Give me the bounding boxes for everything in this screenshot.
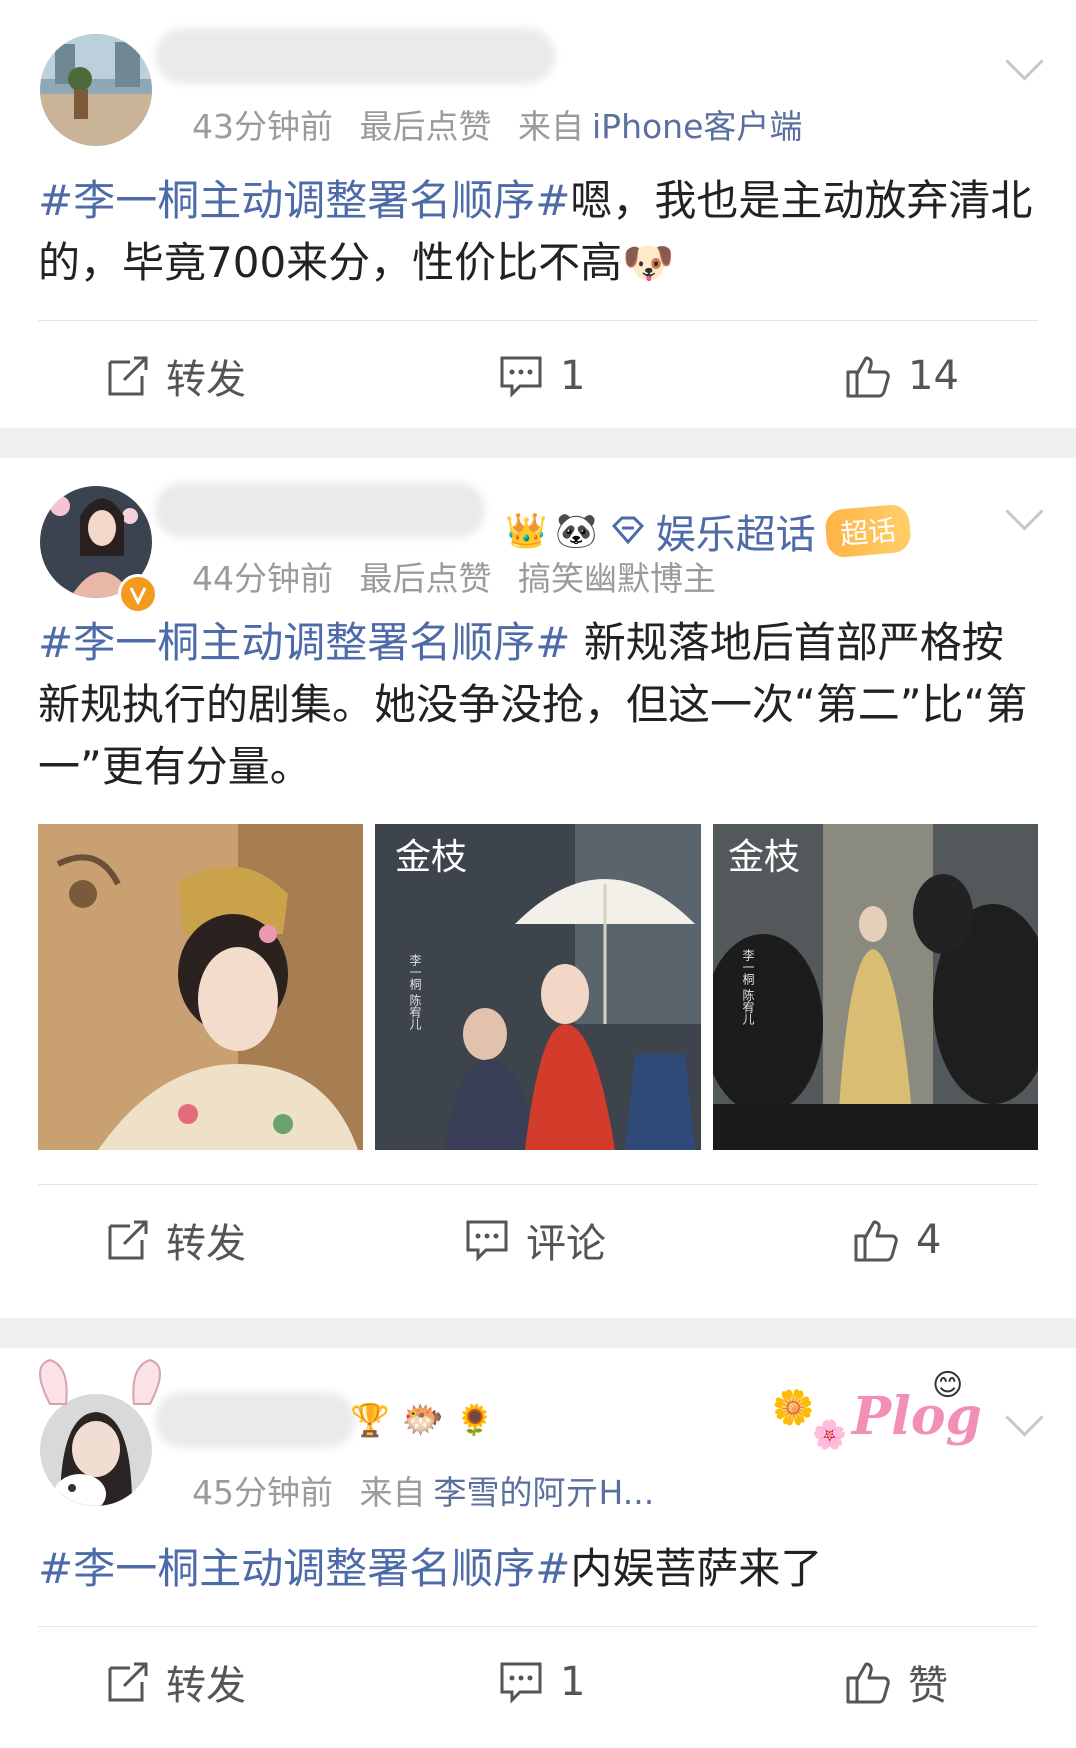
sunflower-icon: 🌻 (456, 1402, 494, 1438)
post-content: #李一桐主动调整署名顺序#内娱菩萨来了 (0, 1498, 1076, 1626)
like-count: 4 (916, 1217, 942, 1263)
poster-title: 金枝 (395, 837, 467, 878)
crown-icon: 👑 (505, 511, 548, 551)
smiley-icon: 😊 (932, 1368, 964, 1403)
repost-button[interactable]: 转发 (106, 1213, 246, 1267)
thumbs-up-icon (854, 1220, 898, 1262)
post-time: 45分钟前 (192, 1473, 333, 1512)
comment-count: 1 (560, 353, 586, 399)
hashtag-link[interactable]: #李一桐主动调整署名顺序# (38, 618, 570, 667)
hashtag-link[interactable]: #李一桐主动调整署名顺序# (38, 1544, 570, 1593)
poster-credit: 李一桐 陈宥儿 (408, 953, 422, 1031)
post-image-2[interactable]: 金枝 李一桐 陈宥儿 (375, 824, 701, 1150)
repost-icon (108, 1220, 148, 1260)
repost-label: 转发 (166, 1663, 246, 1709)
chevron-down-icon[interactable] (1005, 42, 1044, 81)
flower-icon: 🌼 (772, 1388, 815, 1428)
user-badges: 🏆 🐡 🌻 (350, 1400, 494, 1440)
post-header: 43分钟前 最后点赞 来自 iPhone客户端 (0, 0, 1076, 150)
action-bar: 转发 评论 4 (0, 1185, 1076, 1295)
comment-button[interactable]: 1 (498, 349, 585, 403)
post-header: 👑 🐼 娱乐超话 超话 44分钟前 最后点赞 搞笑幽默博主 (0, 458, 1076, 614)
thumbs-up-icon (846, 1662, 890, 1704)
chevron-down-icon[interactable] (1005, 492, 1044, 531)
chevron-down-icon[interactable] (1005, 1398, 1044, 1437)
repost-icon (108, 356, 148, 396)
post-3: 🏆 🐡 🌻 🌼 🌸 Plog 😊 45分钟前 来自 李雪的阿亓H... #李一桐主… (0, 1348, 1076, 1748)
repost-label: 转发 (166, 357, 246, 403)
thumbs-up-icon (846, 356, 890, 398)
bunny-ears-icon (39, 1358, 161, 1405)
repost-button[interactable]: 转发 (106, 349, 246, 403)
blurred-username (155, 482, 485, 538)
blurred-username (155, 28, 555, 84)
repost-button[interactable]: 转发 (106, 1655, 246, 1709)
post-image-3[interactable]: 金枝 李一桐 陈宥儿 (712, 824, 1038, 1150)
comment-label: 评论 (526, 1221, 606, 1267)
repost-icon (108, 1662, 148, 1702)
comment-icon (500, 356, 542, 398)
source-link[interactable]: iPhone客户端 (592, 107, 802, 146)
hashtag-link[interactable]: #李一桐主动调整署名顺序# (38, 176, 570, 225)
source-prefix: 来自 (518, 107, 584, 146)
post-content: #李一桐主动调整署名顺序#嗯，我也是主动放弃清北的，毕竟700来分，性价比不高🐶 (0, 150, 1076, 320)
like-button[interactable]: 14 (844, 349, 959, 403)
poster-title: 金枝 (728, 837, 800, 878)
like-label: 赞 (908, 1663, 948, 1709)
comment-icon (500, 1662, 542, 1704)
comment-count: 1 (560, 1659, 586, 1705)
action-bar: 转发 1 赞 (0, 1627, 1076, 1737)
user-tag: 搞笑幽默博主 (518, 559, 716, 598)
like-button[interactable]: 4 (852, 1213, 941, 1267)
post-content: #李一桐主动调整署名顺序# 新规落地后首部严格按新规执行的剧集。她没争没抢，但这… (0, 608, 1076, 824)
source-prefix: 来自 (359, 1473, 426, 1512)
avatar[interactable] (40, 34, 152, 146)
panda-icon: 🐼 (555, 511, 598, 551)
feed-divider (0, 428, 1076, 458)
post-2: 👑 🐼 娱乐超话 超话 44分钟前 最后点赞 搞笑幽默博主 #李一桐主动调整署名… (0, 458, 1076, 1318)
like-button[interactable]: 赞 (844, 1655, 948, 1709)
blurred-username (155, 1392, 355, 1448)
plog-sticker: 🌼 🌸 Plog 😊 (772, 1368, 982, 1468)
repost-label: 转发 (166, 1221, 246, 1267)
super-topic-badge-label: 超话 (838, 513, 898, 552)
post-text: 内娱菩萨来了 (570, 1544, 823, 1593)
post-header: 🏆 🐡 🌻 🌼 🌸 Plog 😊 45分钟前 来自 李雪的阿亓H... (0, 1348, 1076, 1512)
verified-badge-icon (118, 574, 158, 614)
trophy-icon: 🏆 (350, 1401, 390, 1439)
comment-button[interactable]: 评论 (464, 1213, 606, 1267)
source-link[interactable]: 李雪的阿亓H... (434, 1473, 655, 1512)
poster-credit: 李一桐 陈宥儿 (741, 948, 755, 1026)
post-meta: 45分钟前 来自 李雪的阿亓H... (192, 1466, 670, 1514)
comment-button[interactable]: 1 (498, 1655, 585, 1709)
image-grid: 金枝 李一桐 陈宥儿 金枝 李一桐 陈宥儿 (0, 824, 1076, 1184)
post-meta: 43分钟前 最后点赞 来自 iPhone客户端 (192, 100, 818, 148)
avatar[interactable] (40, 1394, 152, 1506)
diamond-icon (611, 516, 644, 545)
flower-icon: 🌸 (812, 1418, 847, 1451)
pufferfish-icon: 🐡 (401, 1400, 445, 1440)
post-time: 43分钟前 (192, 107, 333, 146)
action-bar: 转发 1 14 (0, 321, 1076, 431)
like-count: 14 (908, 353, 959, 399)
post-time: 44分钟前 (192, 559, 333, 598)
post-1: 43分钟前 最后点赞 来自 iPhone客户端 #李一桐主动调整署名顺序#嗯，我也… (0, 0, 1076, 428)
post-meta: 44分钟前 最后点赞 搞笑幽默博主 (192, 552, 732, 600)
doge-emoji: 🐶 (622, 238, 675, 287)
comment-icon (466, 1220, 508, 1262)
feed-divider (0, 1318, 1076, 1348)
last-liked-label: 最后点赞 (359, 559, 492, 598)
last-liked-label: 最后点赞 (359, 107, 492, 146)
super-topic-badge[interactable]: 超话 (823, 503, 912, 559)
post-image-1[interactable] (38, 824, 364, 1150)
